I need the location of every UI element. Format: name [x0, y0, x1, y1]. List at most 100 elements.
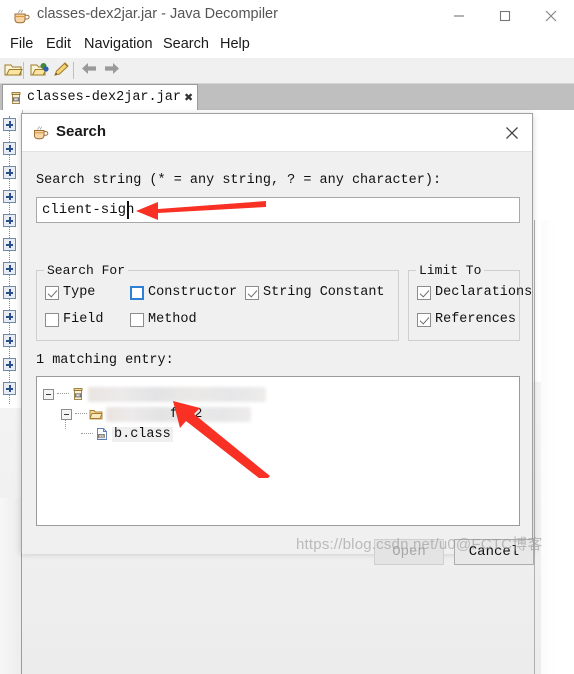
tab-label: classes-dex2jar.jar: [27, 90, 181, 105]
java-decompiler-window: classes-dex2jar.jar - Java Decompiler Fi…: [0, 0, 574, 674]
minimize-icon: [454, 15, 464, 17]
checkbox-box[interactable]: [130, 312, 144, 327]
toolbar-separator: [73, 62, 74, 79]
toolbar-separator: [23, 62, 24, 79]
checkbox-label: String Constant: [263, 285, 385, 300]
tab-classes-dex2jar-jar[interactable]: 010 classes-dex2jar.jar ✖: [2, 84, 199, 110]
tree-expander-plus-icon[interactable]: [3, 190, 16, 203]
minimize-button[interactable]: [436, 0, 482, 32]
close-icon: [545, 10, 557, 22]
checkbox-label: Field: [63, 312, 104, 327]
tree-expander-plus-icon[interactable]: [3, 214, 16, 227]
checkbox-box[interactable]: [130, 285, 144, 300]
checkbox-label: Declarations: [435, 285, 533, 300]
checkbox-box[interactable]: [245, 285, 259, 300]
checkbox-constructor[interactable]: Constructor: [130, 285, 237, 300]
navigate-back-icon[interactable]: [80, 61, 100, 80]
tree-expander-plus-icon[interactable]: [3, 382, 16, 395]
tree-row-package[interactable]: com.xxx.uses.retrofit2: [61, 405, 251, 423]
jar-file-icon: 010: [71, 387, 85, 401]
text-caret: [127, 201, 129, 219]
tree-label-class: b.class: [112, 426, 173, 442]
background-right-strip: [541, 220, 574, 674]
background-bottom-fill: [0, 498, 22, 674]
checkbox-declarations[interactable]: Declarations: [417, 285, 532, 300]
window-title-bar: classes-dex2jar.jar - Java Decompiler: [0, 0, 574, 33]
tree-collapse-toggle[interactable]: [43, 388, 54, 400]
svg-text:010: 010: [99, 434, 105, 438]
cancel-button-label: Cancel: [468, 544, 520, 560]
tree-guide-dash: [75, 413, 87, 415]
open-type-icon[interactable]: [30, 61, 50, 80]
tree-label-package-tail: fit2: [170, 407, 203, 422]
checkbox-method[interactable]: Method: [130, 312, 197, 327]
class-file-icon: 010: [95, 427, 109, 441]
tree-expander-plus-icon[interactable]: [3, 286, 16, 299]
tree-row-jar[interactable]: 010 classes-dex2jar.jar: [43, 385, 266, 403]
limit-to-group: Limit To Declarations References: [408, 263, 532, 341]
menu-item-help[interactable]: Help: [216, 34, 254, 54]
jar-file-icon: 010: [9, 91, 23, 105]
project-tree-panel: [0, 110, 23, 408]
limit-to-group-title: Limit To: [416, 263, 485, 278]
checkbox-label: Type: [63, 285, 96, 300]
tree-expander-plus-icon[interactable]: [3, 142, 16, 155]
save-source-icon[interactable]: [52, 61, 72, 80]
open-file-icon[interactable]: [4, 61, 24, 80]
java-coffee-cup-icon: [32, 124, 50, 142]
matching-entry-count: 1 matching entry:: [36, 353, 174, 368]
close-icon: [506, 126, 518, 139]
window-title: classes-dex2jar.jar - Java Decompiler: [37, 6, 278, 22]
checkbox-box[interactable]: [417, 312, 431, 327]
search-string-label: Search string (* = any string, ? = any c…: [36, 173, 442, 188]
navigate-forward-icon[interactable]: [103, 61, 123, 80]
maximize-icon: [499, 10, 511, 22]
search-input[interactable]: [36, 197, 520, 223]
tree-row-class[interactable]: 010 b.class: [81, 425, 173, 443]
menu-item-file[interactable]: File: [6, 34, 37, 54]
menu-item-navigation[interactable]: Navigation: [80, 34, 157, 54]
tree-label-jar: classes-dex2jar.jar: [88, 386, 266, 402]
search-for-group-title: Search For: [44, 263, 129, 278]
dialog-close-button[interactable]: [496, 117, 528, 148]
menu-item-search[interactable]: Search: [159, 34, 213, 54]
dialog-title: Search: [56, 123, 107, 140]
checkbox-field[interactable]: Field: [45, 312, 104, 327]
tree-expander-plus-icon[interactable]: [3, 238, 16, 251]
search-results-tree[interactable]: 010 classes-dex2jar.jar com: [36, 376, 520, 526]
dialog-body: Search string (* = any string, ? = any c…: [22, 152, 534, 565]
search-dialog: Search Search string (* = any string, ? …: [21, 113, 534, 565]
tree-expander-plus-icon[interactable]: [3, 262, 16, 275]
tree-expander-plus-icon[interactable]: [3, 334, 16, 347]
toolbar: [0, 58, 574, 84]
checkbox-box[interactable]: [45, 285, 59, 300]
checkbox-label: References: [435, 312, 517, 327]
menu-item-edit[interactable]: Edit: [42, 34, 75, 54]
checkbox-string-constant[interactable]: String Constant: [245, 285, 385, 300]
tree-expander-plus-icon[interactable]: [3, 166, 16, 179]
checkbox-type[interactable]: Type: [45, 285, 95, 300]
checkbox-references[interactable]: References: [417, 312, 516, 327]
tree-collapse-toggle[interactable]: [61, 408, 72, 420]
package-icon: [89, 407, 103, 421]
checkbox-box[interactable]: [45, 312, 59, 327]
checkbox-box[interactable]: [417, 285, 431, 300]
tree-expander-plus-icon[interactable]: [3, 310, 16, 323]
checkbox-label: Method: [148, 312, 197, 327]
window-right-edge: [534, 220, 535, 674]
dialog-title-bar: Search: [22, 114, 532, 152]
open-button-label: Open: [392, 544, 426, 560]
search-for-group: Search For Type Constructor String Const…: [36, 263, 399, 341]
maximize-button[interactable]: [482, 0, 528, 32]
tree-expander-plus-icon[interactable]: [3, 118, 16, 131]
checkbox-label: Constructor: [148, 285, 238, 300]
java-coffee-cup-icon: [12, 7, 31, 26]
tab-close-icon[interactable]: ✖: [184, 91, 193, 104]
svg-text:010: 010: [75, 393, 81, 397]
open-button[interactable]: Open: [374, 539, 444, 565]
tree-expander-plus-icon[interactable]: [3, 358, 16, 371]
svg-text:010: 010: [13, 97, 19, 101]
cancel-button[interactable]: Cancel: [454, 539, 534, 565]
close-button[interactable]: [528, 0, 574, 32]
tree-guide-dash: [57, 393, 69, 395]
